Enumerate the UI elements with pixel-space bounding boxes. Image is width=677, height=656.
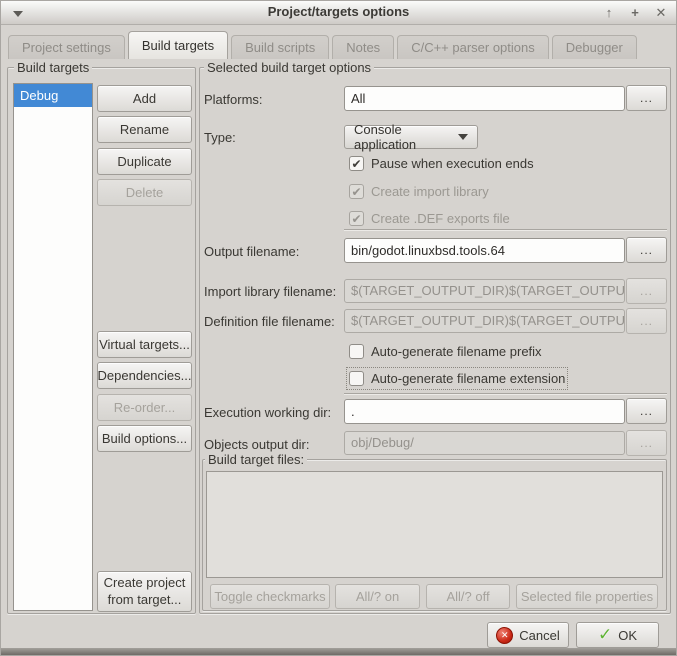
execution-working-dir-browse-button[interactable]: ...: [626, 398, 667, 424]
create-def-exports-label: Create .DEF exports file: [371, 211, 510, 226]
output-filename-input[interactable]: bin/godot.linuxbsd.tools.64: [344, 238, 625, 263]
reorder-button: Re-order...: [97, 394, 192, 421]
selected-build-target-options-label: Selected build target options: [204, 60, 374, 75]
auto-generate-extension-checkbox[interactable]: Auto-generate filename extension: [349, 370, 565, 387]
toggle-checkmarks-button: Toggle checkmarks: [210, 584, 330, 609]
project-targets-options-dialog: Project/targets options ↑ + ✕ Project se…: [0, 0, 677, 656]
objects-output-dir-browse-button: ...: [626, 430, 667, 456]
platforms-browse-button[interactable]: ...: [626, 85, 667, 111]
import-library-filename-label: Import library filename:: [204, 284, 336, 299]
tab-project-settings[interactable]: Project settings: [8, 35, 125, 59]
tab-notes[interactable]: Notes: [332, 35, 394, 59]
shade-window-icon[interactable]: ↑: [602, 1, 616, 25]
titlebar: Project/targets options ↑ + ✕: [1, 1, 676, 25]
create-import-library-checkbox: ✔ Create import library: [349, 183, 489, 200]
platforms-label: Platforms:: [204, 92, 263, 107]
auto-generate-extension-label: Auto-generate filename extension: [371, 371, 565, 386]
cancel-icon: ✕: [496, 627, 513, 644]
all-on-button: All/? on: [335, 584, 420, 609]
execution-working-dir-label: Execution working dir:: [204, 405, 331, 420]
virtual-targets-button[interactable]: Virtual targets...: [97, 331, 192, 358]
ok-button-label: OK: [618, 628, 637, 643]
checkbox-unchecked-icon[interactable]: [349, 344, 364, 359]
delete-button: Delete: [97, 179, 192, 206]
output-filename-browse-button[interactable]: ...: [626, 237, 667, 263]
cancel-button-label: Cancel: [519, 628, 559, 643]
create-project-from-target-button[interactable]: Create project from target...: [97, 571, 192, 612]
output-filename-label: Output filename:: [204, 244, 299, 259]
rename-button[interactable]: Rename: [97, 116, 192, 143]
cancel-button[interactable]: ✕ Cancel: [487, 622, 569, 648]
type-label: Type:: [204, 130, 236, 145]
type-dropdown[interactable]: Console application: [344, 125, 478, 149]
checkbox-unchecked-icon[interactable]: [349, 371, 364, 386]
pause-when-execution-ends-checkbox[interactable]: ✔ Pause when execution ends: [349, 155, 534, 172]
create-def-exports-checkbox: ✔ Create .DEF exports file: [349, 210, 510, 227]
import-library-filename-input: $(TARGET_OUTPUT_DIR)$(TARGET_OUTPUT_BAS: [344, 279, 625, 303]
definition-file-browse-button: ...: [626, 308, 667, 334]
auto-generate-prefix-checkbox[interactable]: Auto-generate filename prefix: [349, 343, 542, 360]
definition-file-filename-label: Definition file filename:: [204, 314, 335, 329]
duplicate-button[interactable]: Duplicate: [97, 148, 192, 175]
build-targets-group-label: Build targets: [14, 60, 92, 75]
objects-output-dir-input: obj/Debug/: [344, 431, 625, 455]
checkbox-checked-icon: ✔: [349, 211, 364, 226]
tab-bar: Project settings Build targets Build scr…: [1, 25, 676, 59]
tab-build-scripts[interactable]: Build scripts: [231, 35, 329, 59]
platforms-input[interactable]: All: [344, 86, 625, 111]
type-dropdown-value: Console application: [354, 122, 450, 152]
checkbox-checked-icon: ✔: [349, 184, 364, 199]
add-button[interactable]: Add: [97, 85, 192, 112]
separator: [344, 229, 667, 231]
tab-cpp-parser-options[interactable]: C/C++ parser options: [397, 35, 549, 59]
maximize-window-icon[interactable]: +: [628, 1, 642, 25]
auto-generate-prefix-label: Auto-generate filename prefix: [371, 344, 542, 359]
tab-build-targets[interactable]: Build targets: [128, 31, 228, 59]
build-targets-list[interactable]: Debug: [13, 83, 93, 611]
all-off-button: All/? off: [426, 584, 510, 609]
list-item-debug[interactable]: Debug: [14, 84, 92, 107]
build-target-files-list[interactable]: [206, 471, 663, 578]
ok-button[interactable]: ✓ OK: [576, 622, 659, 648]
import-library-browse-button: ...: [626, 278, 667, 304]
chevron-down-icon: [458, 134, 468, 140]
objects-output-dir-label: Objects output dir:: [204, 437, 310, 452]
dependencies-button[interactable]: Dependencies...: [97, 362, 192, 389]
ok-check-icon: ✓: [598, 625, 612, 645]
execution-working-dir-input[interactable]: .: [344, 399, 625, 424]
separator: [344, 393, 667, 395]
definition-file-filename-input: $(TARGET_OUTPUT_DIR)$(TARGET_OUTPUT_BAS: [344, 309, 625, 333]
selected-file-properties-button: Selected file properties: [516, 584, 658, 609]
close-window-icon[interactable]: ✕: [654, 1, 668, 25]
build-options-button[interactable]: Build options...: [97, 425, 192, 452]
build-target-files-label: Build target files:: [205, 452, 307, 467]
tab-debugger[interactable]: Debugger: [552, 35, 637, 59]
window-controls: ↑ + ✕: [602, 1, 668, 25]
create-import-library-label: Create import library: [371, 184, 489, 199]
pause-when-execution-ends-label: Pause when execution ends: [371, 156, 534, 171]
window-title: Project/targets options: [1, 4, 676, 19]
window-bottom-edge: [1, 648, 676, 655]
checkbox-checked-icon[interactable]: ✔: [349, 156, 364, 171]
